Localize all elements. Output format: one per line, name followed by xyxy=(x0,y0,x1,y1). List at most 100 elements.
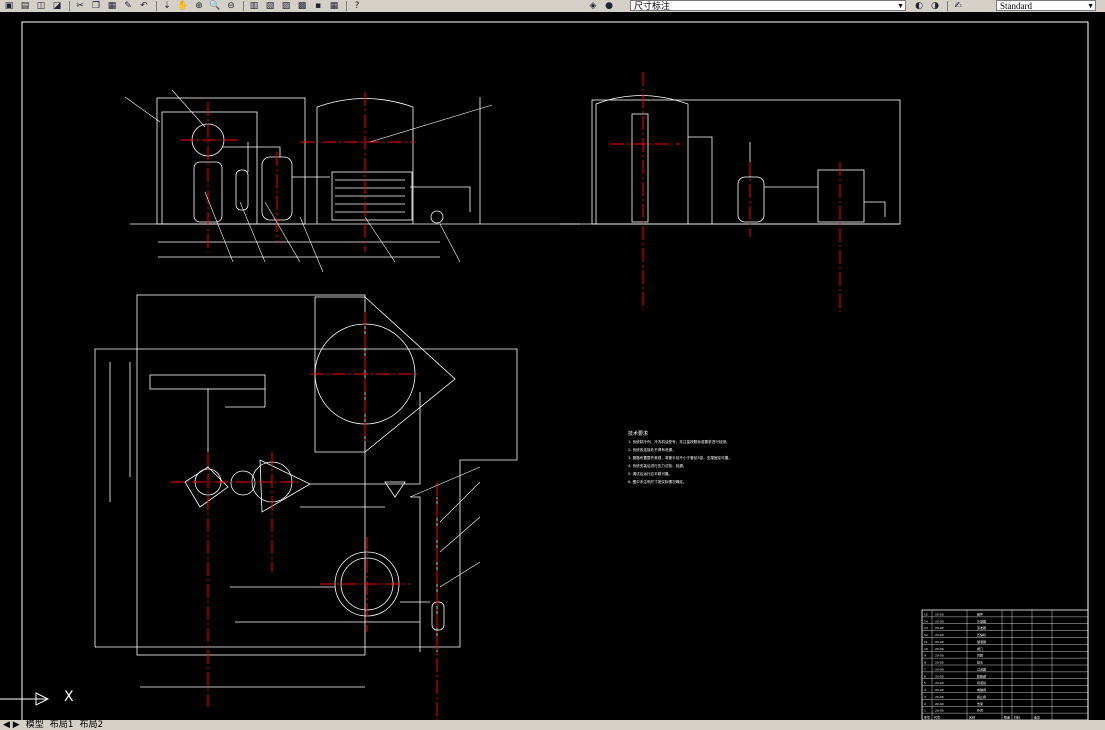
table-footer-cell: 名称 xyxy=(969,715,975,720)
table-cell-index: 13 xyxy=(924,626,928,630)
table-cell-code: 20-00 xyxy=(935,695,944,699)
calculator-icon[interactable]: ▦ xyxy=(327,1,341,11)
receiver-vessel xyxy=(261,156,293,221)
toolbar-separator xyxy=(69,1,70,11)
table-cell-name: 接头 xyxy=(977,660,983,665)
table-cell-code: 20-00 xyxy=(935,674,944,678)
zoom-window-icon[interactable]: 🔍 xyxy=(208,1,222,11)
plan-dimension-lines xyxy=(109,362,420,688)
table-footer-cell: 数量 xyxy=(1004,715,1010,720)
notes-line: 1. 系统制冷剂、冷冻机油型号、充注量按照标准要求进行检测。 xyxy=(628,439,730,444)
table-footer-cell: 代号 xyxy=(934,715,940,720)
table-cell-name: 冷凝器 xyxy=(977,618,986,623)
table-cell-index: 8 xyxy=(924,661,926,665)
table-cell-index: 15 xyxy=(924,612,928,616)
table-cell-code: 20-00 xyxy=(935,640,944,644)
layer-icon[interactable]: ◈ xyxy=(586,1,600,11)
side-tank xyxy=(595,95,689,224)
front-elevation-view xyxy=(130,97,580,258)
text-style-icon[interactable]: ✍ xyxy=(951,1,965,11)
layer-prev-icon[interactable]: ◐ xyxy=(912,1,926,11)
redo-icon[interactable]: ⇣ xyxy=(160,1,174,11)
sheetset-icon[interactable]: ▩ xyxy=(295,1,309,11)
style-icon[interactable]: ◑ xyxy=(928,1,942,11)
text-style-value: Standard xyxy=(1000,1,1032,11)
table-cell-name: 管路 xyxy=(977,653,983,658)
table-cell-name: 视液镜 xyxy=(977,680,986,685)
notes-title: 技术要求 xyxy=(628,430,648,437)
dimension-style-select[interactable]: 尺寸标注 ▼ xyxy=(630,0,906,11)
table-cell-index: 1 xyxy=(924,709,926,713)
open-icon[interactable]: ▣ xyxy=(2,1,16,11)
drawing-canvas[interactable]: 技术要求 1. 系统制冷剂、冷冻机油型号、充注量按照标准要求进行检测。 2. 系… xyxy=(0,12,1105,723)
toolbar-group-layers: ◈ ● xyxy=(586,0,618,12)
tab-layout2[interactable]: 布局2 xyxy=(76,720,106,730)
table-cell-name: 电磁阀 xyxy=(977,687,986,692)
matchprop-icon[interactable]: ✎ xyxy=(121,1,135,11)
properties-icon[interactable]: ▥ xyxy=(247,1,261,11)
cut-icon[interactable]: ✂ xyxy=(73,1,87,11)
table-cell-code: 20-00 xyxy=(935,667,944,671)
tab-nav-arrows[interactable]: ◀ ▶ xyxy=(0,720,23,730)
compressor-foot xyxy=(184,466,229,508)
print-icon[interactable]: ▤ xyxy=(18,1,32,11)
zoom-previous-icon[interactable]: ⊖ xyxy=(224,1,238,11)
table-cell-index: 2 xyxy=(924,702,926,706)
pump-circle xyxy=(430,210,444,224)
plan-pipes xyxy=(207,389,438,652)
table-cell-index: 6 xyxy=(924,674,926,678)
parts-list-table: 15 20-00 部件14 20-00 冷凝器13 20-00 蒸发器12 20-00 压缩机1… xyxy=(921,609,1089,721)
table-cell-name: 蒸发器 xyxy=(977,625,986,630)
copy-icon[interactable]: ❐ xyxy=(89,1,103,11)
text-style-select[interactable]: Standard ▼ xyxy=(996,0,1096,11)
toolpalette-icon[interactable]: ▨ xyxy=(279,1,293,11)
ucs-icon: X xyxy=(0,688,74,714)
filter-drier xyxy=(235,169,249,211)
table-cell-code: 20-00 xyxy=(935,633,944,637)
table-cell-code: 20-00 xyxy=(935,709,944,713)
help-icon[interactable]: ? xyxy=(350,1,364,11)
table-footer-cell: 序号 xyxy=(924,715,930,720)
dimension-style-value: 尺寸标注 xyxy=(634,1,671,11)
table-cell-code: 20-00 xyxy=(935,626,944,630)
side-frame xyxy=(591,99,901,225)
notes-line: 5. 调试后运行应平稳可靠。 xyxy=(628,471,672,476)
side-coil xyxy=(631,113,649,223)
technical-notes: 技术要求 1. 系统制冷剂、冷冻机油型号、充注量按照标准要求进行检测。 2. 系… xyxy=(628,430,732,484)
notes-line: 6. 图中未注明尺寸按实际情况确定。 xyxy=(628,479,686,484)
layer-state-icon[interactable]: ● xyxy=(602,1,616,11)
notes-line: 3. 管路布置整齐美观，弯管半径不小于管径3倍，支撑固定可靠。 xyxy=(628,455,732,460)
toolbar-group-file: ▣ ▤ ◫ ◪ ✂ ❐ ▦ ✎ ↶ ⇣ ✋ ⊕ 🔍 ⊖ ▥ ▧ ▨ ▩ ▪ ▦ … xyxy=(2,0,366,12)
toolbar-separator xyxy=(156,1,157,11)
markup-icon[interactable]: ▪ xyxy=(311,1,325,11)
designcenter-icon[interactable]: ▧ xyxy=(263,1,277,11)
leader-lines-front xyxy=(124,89,493,273)
table-cell-index: 10 xyxy=(924,647,928,651)
paste-icon[interactable]: ▦ xyxy=(105,1,119,11)
tab-model[interactable]: 模型 xyxy=(23,720,47,730)
table-cell-code: 20-00 xyxy=(935,619,944,623)
table-cell-index: 5 xyxy=(924,681,926,685)
toolbar-separator xyxy=(243,1,244,11)
centerlines-side xyxy=(610,72,841,312)
publish-icon[interactable]: ◪ xyxy=(50,1,64,11)
table-cell-index: 11 xyxy=(924,640,928,644)
side-elevation-view xyxy=(560,95,901,225)
pan-icon[interactable]: ✋ xyxy=(176,1,190,11)
table-cell-code: 20-00 xyxy=(935,647,944,651)
tab-layout1[interactable]: 布局1 xyxy=(47,720,77,730)
zoom-realtime-icon[interactable]: ⊕ xyxy=(192,1,206,11)
preview-icon[interactable]: ◫ xyxy=(34,1,48,11)
condenser-frame xyxy=(156,97,306,225)
condenser-coil xyxy=(161,111,258,225)
cad-drawing: 技术要求 1. 系统制冷剂、冷冻机油型号、充注量按照标准要求进行检测。 2. 系… xyxy=(21,21,1089,723)
pipes-front xyxy=(222,142,471,212)
table-cell-index: 12 xyxy=(924,633,928,637)
evaporator-coils xyxy=(335,179,405,213)
table-cell-name: 膨胀阀 xyxy=(977,673,986,678)
ucs-arrow-icon xyxy=(0,692,50,706)
table-cell-code: 20-00 xyxy=(935,681,944,685)
undo-icon[interactable]: ↶ xyxy=(137,1,151,11)
table-cell-code: 20-00 xyxy=(935,612,944,616)
table-cell-code: 20-00 xyxy=(935,661,944,665)
